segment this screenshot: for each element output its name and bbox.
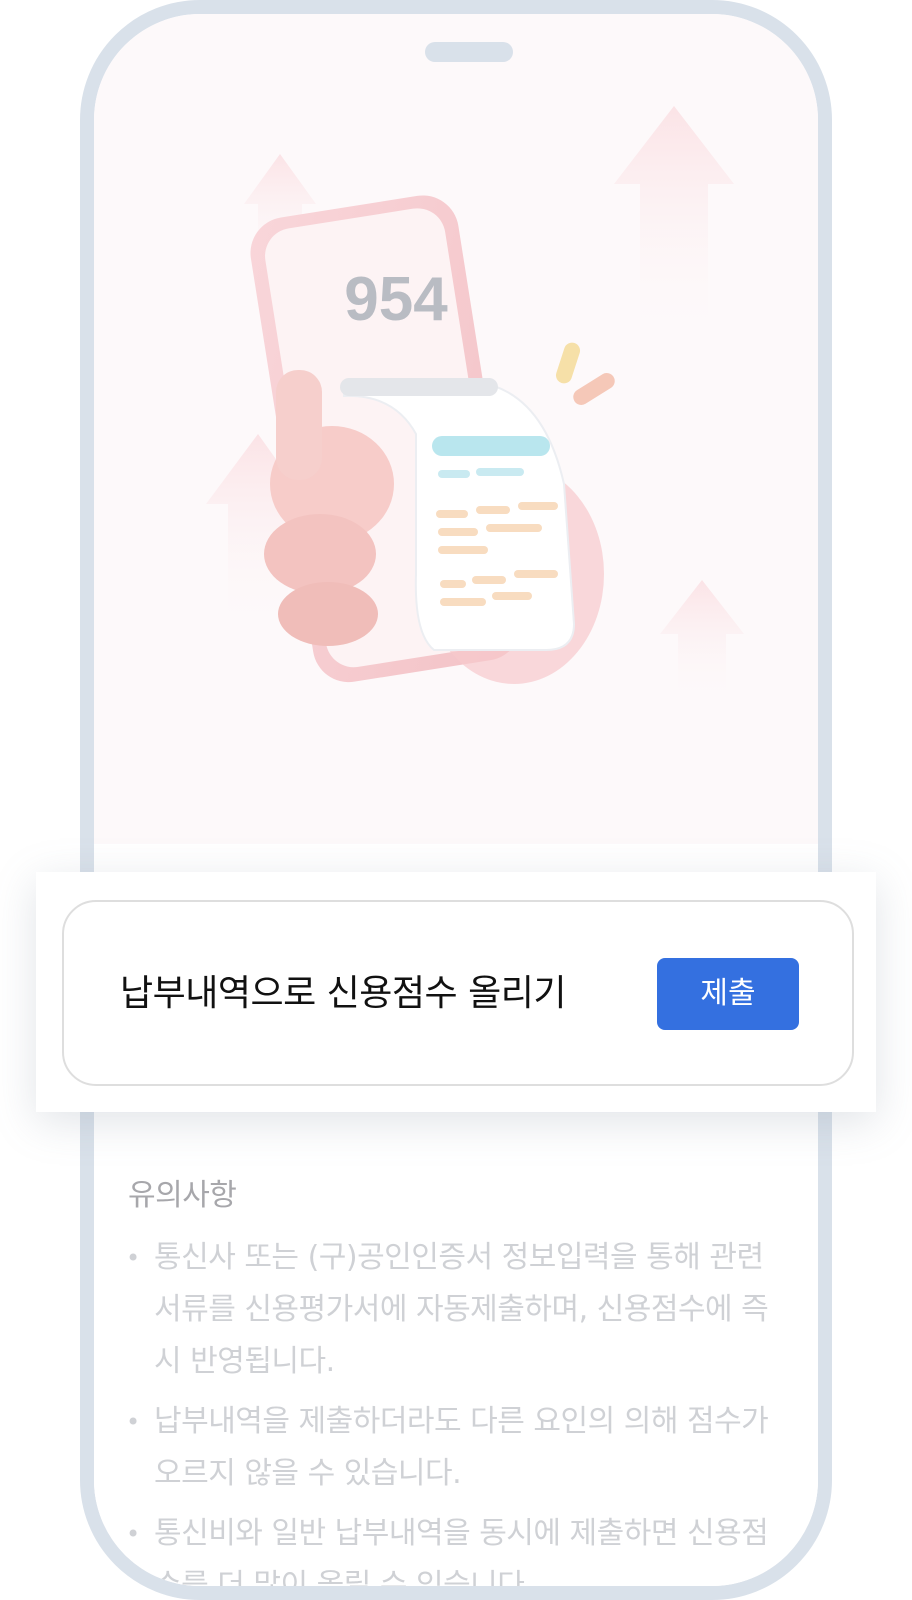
list-item: • 납부내역을 제출하더라도 다른 요인의 의해 점수가 오르지 않을 수 있습… — [124, 1396, 774, 1500]
hero-illustration: 954 — [206, 106, 744, 704]
submit-card: 납부내역으로 신용점수 올리기 제출 — [62, 900, 854, 1086]
notes-item-text: 통신비와 일반 납부내역을 동시에 제출하면 신용점수를 더 많이 올릴 수 있… — [154, 1516, 769, 1600]
phone-screen: 954 유의사항 • 통신사 또는 (구)공인인증서 정보입력을 통해 관련 서… — [94, 14, 818, 1586]
popup-title: 납부내역으로 신용점수 올리기 — [120, 973, 566, 1014]
credit-score-value: 954 — [344, 265, 448, 334]
submit-button[interactable]: 제출 — [657, 958, 799, 1030]
popup-panel: 납부내역으로 신용점수 올리기 제출 — [36, 872, 876, 1112]
notes-title: 유의사항 — [128, 1178, 237, 1213]
notes-item-text: 납부내역을 제출하더라도 다른 요인의 의해 점수가 오르지 않을 수 있습니다… — [154, 1404, 769, 1491]
bullet-icon: • — [126, 1244, 140, 1272]
bullet-icon: • — [126, 1520, 140, 1548]
arrow-up-icon — [614, 106, 734, 344]
phone-notch — [425, 42, 513, 62]
notes-list: • 통신사 또는 (구)공인인증서 정보입력을 통해 관련 서류를 신용평가서에… — [124, 1232, 774, 1600]
list-item: • 통신사 또는 (구)공인인증서 정보입력을 통해 관련 서류를 신용평가서에… — [124, 1232, 774, 1388]
list-item: • 통신비와 일반 납부내역을 동시에 제출하면 신용점수를 더 많이 올릴 수… — [124, 1508, 774, 1600]
phone-frame: 954 유의사항 • 통신사 또는 (구)공인인증서 정보입력을 통해 관련 서… — [80, 0, 832, 1600]
arrow-up-icon — [660, 580, 744, 704]
bullet-icon: • — [126, 1408, 140, 1436]
notes-item-text: 통신사 또는 (구)공인인증서 정보입력을 통해 관련 서류를 신용평가서에 자… — [154, 1240, 769, 1379]
